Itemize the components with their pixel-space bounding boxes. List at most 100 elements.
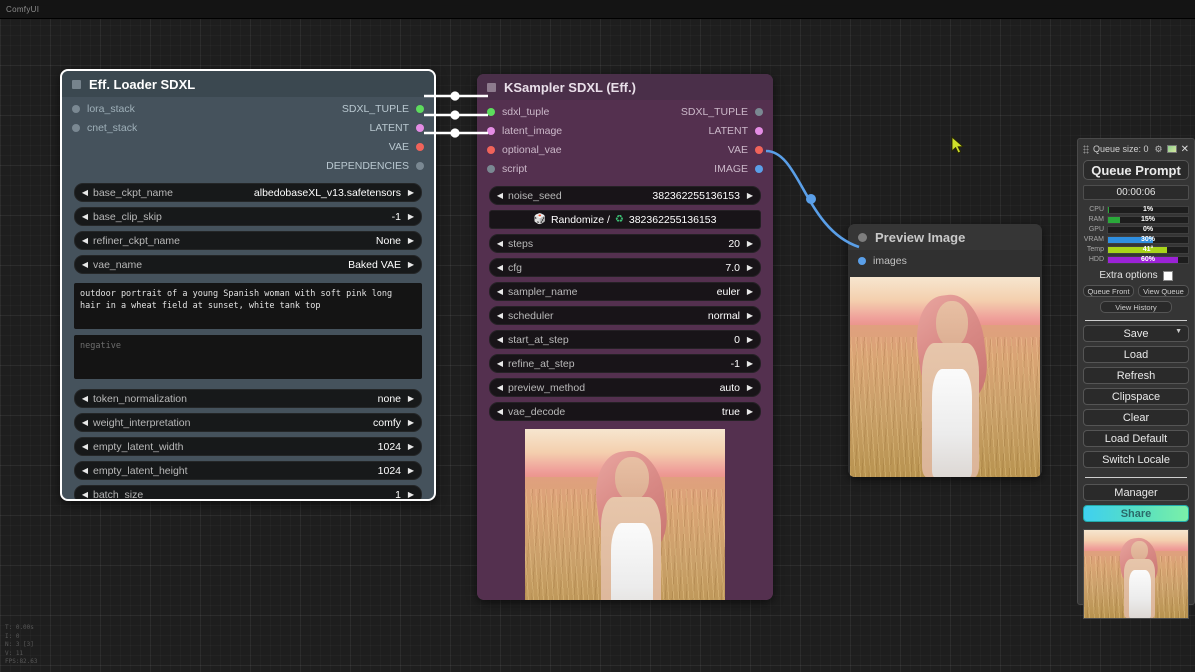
- node-preview-titlebar[interactable]: Preview Image: [848, 224, 1042, 250]
- ksampler-preview-image[interactable]: [525, 429, 725, 600]
- node-preview-image[interactable]: Preview Image images: [848, 224, 1042, 477]
- widget-cfg[interactable]: ◀ cfg 7.0 ▶: [489, 258, 761, 277]
- output-slot-sdxl-tuple[interactable]: SDXL_TUPLE: [681, 106, 763, 118]
- share-button[interactable]: Share: [1083, 505, 1189, 522]
- slot-dot-icon[interactable]: [755, 165, 763, 173]
- increment-arrow-icon[interactable]: ▶: [406, 442, 416, 451]
- screen-icon[interactable]: [1166, 145, 1177, 153]
- extra-options-checkbox[interactable]: [1162, 270, 1173, 281]
- slot-dot-icon[interactable]: [487, 165, 495, 173]
- preview-node-image[interactable]: [850, 277, 1040, 477]
- increment-arrow-icon[interactable]: ▶: [406, 418, 416, 427]
- input-slot-latent-image[interactable]: latent_image: [487, 125, 562, 137]
- widget-batch-size[interactable]: ◀ batch_size 1 ▶: [74, 485, 422, 499]
- decrement-arrow-icon[interactable]: ◀: [80, 418, 90, 427]
- node-loader-titlebar[interactable]: Eff. Loader SDXL: [62, 71, 434, 97]
- gear-icon[interactable]: ⚙: [1155, 144, 1163, 155]
- slot-dot-icon[interactable]: [416, 124, 424, 132]
- input-slot-cnet-stack[interactable]: cnet_stack: [72, 122, 137, 134]
- widget-steps[interactable]: ◀ steps 20 ▶: [489, 234, 761, 253]
- save-button[interactable]: Save ▼: [1083, 325, 1189, 342]
- increment-arrow-icon[interactable]: ▶: [406, 212, 416, 221]
- recycle-icon[interactable]: ♻: [615, 214, 624, 225]
- decrement-arrow-icon[interactable]: ◀: [495, 407, 505, 416]
- node-eff-loader-sdxl[interactable]: Eff. Loader SDXL lora_stack SDXL_TUPLE c…: [60, 69, 436, 501]
- slot-dot-icon[interactable]: [755, 127, 763, 135]
- slot-dot-icon[interactable]: [755, 146, 763, 154]
- increment-arrow-icon[interactable]: ▶: [745, 311, 755, 320]
- widget-randomize-row[interactable]: 🎲 Randomize / ♻ 382362255136153: [489, 210, 761, 229]
- load-button[interactable]: Load: [1083, 346, 1189, 363]
- manager-button[interactable]: Manager: [1083, 484, 1189, 501]
- slot-dot-icon[interactable]: [72, 124, 80, 132]
- decrement-arrow-icon[interactable]: ◀: [495, 359, 505, 368]
- decrement-arrow-icon[interactable]: ◀: [495, 311, 505, 320]
- decrement-arrow-icon[interactable]: ◀: [495, 239, 505, 248]
- widget-vae-name[interactable]: ◀ vae_name Baked VAE ▶: [74, 255, 422, 274]
- queue-thumbnail[interactable]: [1083, 529, 1189, 619]
- decrement-arrow-icon[interactable]: ◀: [80, 466, 90, 475]
- queue-panel-header[interactable]: Queue size: 0 ⚙ ✕: [1083, 142, 1189, 156]
- increment-arrow-icon[interactable]: ▶: [745, 191, 755, 200]
- slot-dot-icon[interactable]: [487, 146, 495, 154]
- decrement-arrow-icon[interactable]: ◀: [80, 212, 90, 221]
- input-slot-script[interactable]: script: [487, 163, 527, 175]
- increment-arrow-icon[interactable]: ▶: [745, 359, 755, 368]
- increment-arrow-icon[interactable]: ▶: [745, 239, 755, 248]
- decrement-arrow-icon[interactable]: ◀: [495, 287, 505, 296]
- slot-dot-icon[interactable]: [72, 105, 80, 113]
- increment-arrow-icon[interactable]: ▶: [406, 260, 416, 269]
- increment-arrow-icon[interactable]: ▶: [406, 490, 416, 499]
- widget-sampler-name[interactable]: ◀ sampler_name euler ▶: [489, 282, 761, 301]
- input-slot-images[interactable]: images: [858, 255, 907, 267]
- input-slot-sdxl-tuple[interactable]: sdxl_tuple: [487, 106, 549, 118]
- widget-base-clip-skip[interactable]: ◀ base_clip_skip -1 ▶: [74, 207, 422, 226]
- slot-dot-icon[interactable]: [416, 162, 424, 170]
- negative-prompt-textarea[interactable]: negative: [74, 335, 422, 379]
- widget-refine-at-step[interactable]: ◀ refine_at_step -1 ▶: [489, 354, 761, 373]
- chevron-down-icon[interactable]: ▼: [1175, 328, 1182, 335]
- decrement-arrow-icon[interactable]: ◀: [80, 442, 90, 451]
- increment-arrow-icon[interactable]: ▶: [406, 466, 416, 475]
- view-history-button[interactable]: View History: [1100, 301, 1172, 313]
- decrement-arrow-icon[interactable]: ◀: [495, 383, 505, 392]
- decrement-arrow-icon[interactable]: ◀: [80, 260, 90, 269]
- slot-dot-icon[interactable]: [416, 143, 424, 151]
- widget-preview-method[interactable]: ◀ preview_method auto ▶: [489, 378, 761, 397]
- output-slot-sdxl-tuple[interactable]: SDXL_TUPLE: [342, 103, 424, 115]
- output-slot-latent[interactable]: LATENT: [709, 125, 763, 137]
- node-ksampler-titlebar[interactable]: KSampler SDXL (Eff.): [477, 74, 773, 100]
- increment-arrow-icon[interactable]: ▶: [745, 287, 755, 296]
- increment-arrow-icon[interactable]: ▶: [406, 394, 416, 403]
- dice-icon[interactable]: 🎲: [534, 214, 546, 225]
- drag-grip-icon[interactable]: [1083, 144, 1089, 154]
- decrement-arrow-icon[interactable]: ◀: [495, 335, 505, 344]
- widget-noise-seed[interactable]: ◀ noise_seed 382362255136153 ▶: [489, 186, 761, 205]
- view-queue-button[interactable]: View Queue: [1138, 285, 1189, 297]
- collapse-toggle-icon[interactable]: [72, 79, 81, 89]
- increment-arrow-icon[interactable]: ▶: [745, 383, 755, 392]
- output-slot-vae[interactable]: VAE: [389, 141, 424, 153]
- widget-empty-latent-height[interactable]: ◀ empty_latent_height 1024 ▶: [74, 461, 422, 480]
- extra-options-row[interactable]: Extra options: [1083, 270, 1189, 281]
- slot-dot-icon[interactable]: [487, 108, 495, 116]
- input-slot-optional-vae[interactable]: optional_vae: [487, 144, 562, 156]
- positive-prompt-textarea[interactable]: outdoor portrait of a young Spanish woma…: [74, 283, 422, 329]
- widget-start-at-step[interactable]: ◀ start_at_step 0 ▶: [489, 330, 761, 349]
- increment-arrow-icon[interactable]: ▶: [745, 407, 755, 416]
- widget-token-normalization[interactable]: ◀ token_normalization none ▶: [74, 389, 422, 408]
- refresh-button[interactable]: Refresh: [1083, 367, 1189, 384]
- slot-dot-icon[interactable]: [858, 257, 866, 265]
- increment-arrow-icon[interactable]: ▶: [745, 335, 755, 344]
- load-default-button[interactable]: Load Default: [1083, 430, 1189, 447]
- slot-dot-icon[interactable]: [755, 108, 763, 116]
- output-slot-vae[interactable]: VAE: [728, 144, 763, 156]
- increment-arrow-icon[interactable]: ▶: [745, 263, 755, 272]
- slot-dot-icon[interactable]: [416, 105, 424, 113]
- slot-dot-icon[interactable]: [487, 127, 495, 135]
- widget-refiner-ckpt-name[interactable]: ◀ refiner_ckpt_name None ▶: [74, 231, 422, 250]
- collapse-toggle-icon[interactable]: [487, 82, 496, 92]
- decrement-arrow-icon[interactable]: ◀: [495, 191, 505, 200]
- decrement-arrow-icon[interactable]: ◀: [80, 490, 90, 499]
- output-slot-latent[interactable]: LATENT: [370, 122, 424, 134]
